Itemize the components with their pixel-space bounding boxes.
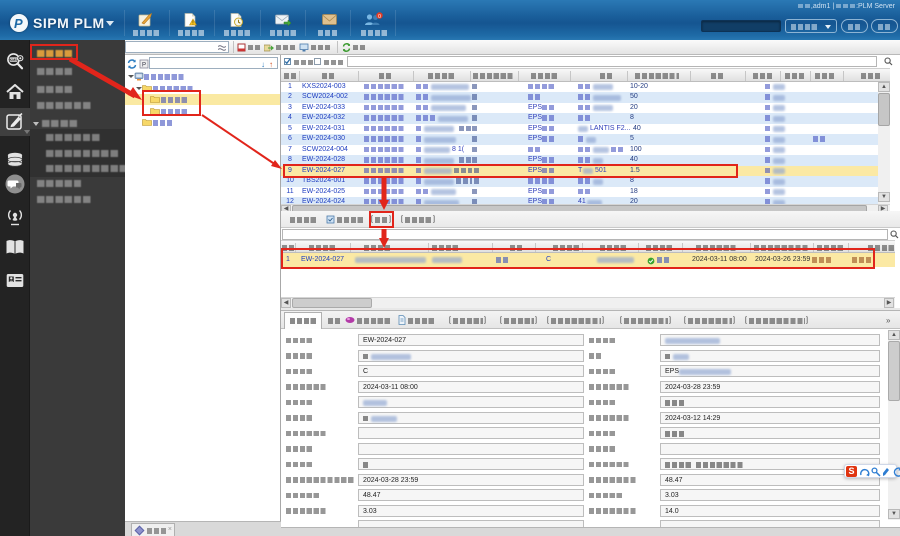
svg-text:P: P xyxy=(142,63,146,69)
svg-text:KMS: KMS xyxy=(10,58,19,62)
svg-text:0: 0 xyxy=(378,14,381,20)
